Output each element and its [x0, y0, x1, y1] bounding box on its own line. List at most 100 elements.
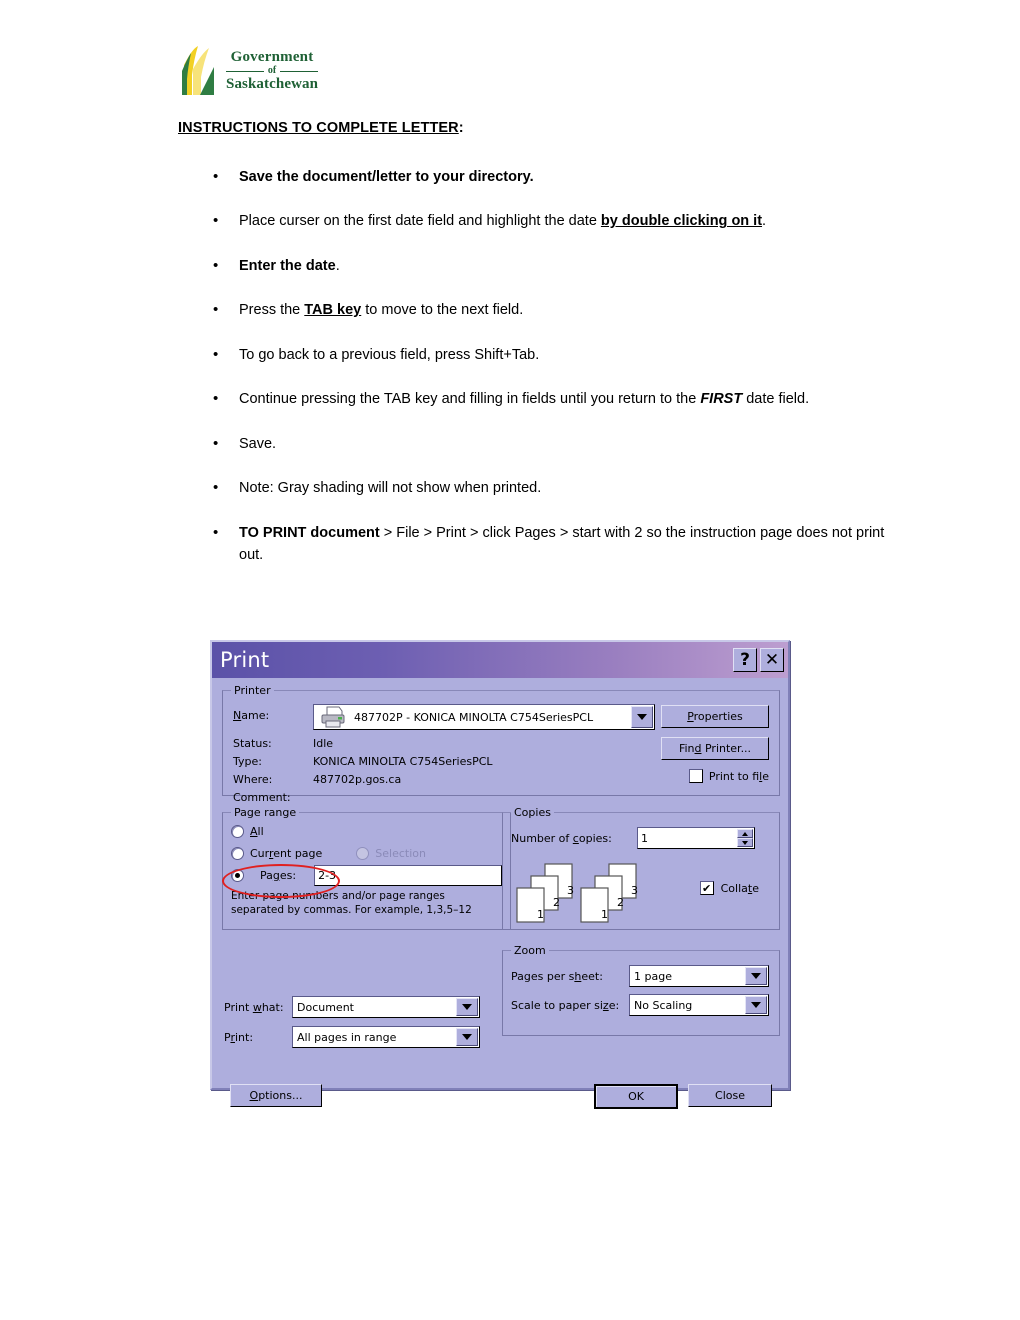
page-range-option-pages[interactable]: Pages: 2-3 [231, 864, 503, 886]
printer-fields: Name: 487702P - KONICA MINOLTA C754Serie… [231, 701, 771, 804]
printer-name-combo-box[interactable]: 487702P - KONICA MINOLTA C754SeriesPCL [313, 704, 655, 730]
list-item-text: Press the [239, 302, 305, 319]
radio-current-page-label: Current page [250, 846, 323, 860]
list-item-text: To go back to a previous field, press Sh… [239, 346, 540, 363]
page-range-legend: Page range [234, 806, 297, 819]
print-to-file-checkbox[interactable] [688, 769, 703, 783]
radio-pages-label: Pages: [260, 868, 297, 882]
list-item-text: FIRST [700, 391, 743, 408]
chevron-down-icon [751, 1002, 761, 1008]
svg-text:1: 1 [537, 908, 544, 921]
pages-input[interactable]: 2-3 [314, 864, 503, 886]
spinner-buttons[interactable] [737, 829, 753, 847]
zoom-legend: Zoom [514, 944, 546, 957]
logo-rule-right [280, 70, 319, 72]
copies-group: Copies Number of copies: 1 3 2 1 3 2 1 ✔… [502, 806, 780, 930]
list-item: TO PRINT document > File > Print > click… [205, 521, 885, 567]
list-item-text: TO PRINT document [239, 524, 380, 541]
radio-current-page[interactable] [231, 846, 244, 860]
printer-name-dropdown-arrow[interactable] [631, 706, 653, 728]
print-subset-combo[interactable]: All pages in range [292, 1026, 480, 1048]
collate-row[interactable]: ✔ Collate [699, 881, 759, 895]
page-range-hint-line2: separated by commas. For example, 1,3,5–… [231, 904, 472, 917]
list-item: Enter the date. [205, 254, 885, 278]
scale-to-paper-dropdown-arrow[interactable] [745, 996, 767, 1014]
chevron-down-icon [462, 1004, 472, 1010]
properties-button[interactable]: Properties [661, 705, 769, 728]
ok-button[interactable]: OK [594, 1084, 678, 1109]
scale-to-paper-combo[interactable]: No Scaling [629, 994, 769, 1016]
page-title-colon: : [458, 120, 464, 136]
list-item: To go back to a previous field, press Sh… [205, 343, 885, 367]
zoom-group: Zoom Pages per sheet: 1 page Scale to pa… [502, 944, 780, 1036]
close-button[interactable]: Close [688, 1084, 772, 1107]
page-range-hint-line1: Enter page numbers and/or page ranges [231, 890, 445, 902]
list-item-text: TAB key [304, 302, 362, 319]
print-what-combo[interactable]: Document [292, 996, 480, 1018]
printer-where-label: Where: [233, 773, 273, 786]
options-button[interactable]: Options... [230, 1084, 322, 1107]
spinner-down-button[interactable] [737, 838, 753, 847]
close-icon[interactable]: ✕ [760, 648, 784, 672]
list-item: Save. [205, 432, 885, 456]
logo-line-saskatchewan: Saskatchewan [226, 76, 319, 92]
print-subset-dropdown-arrow[interactable] [456, 1028, 478, 1046]
collate-illustration-icon: 3 2 1 3 2 1 [516, 863, 638, 923]
help-icon[interactable]: ? [733, 648, 757, 672]
list-item-text: Place curser on the first date field and… [239, 213, 601, 230]
radio-selection [356, 846, 370, 860]
page-range-option-current[interactable]: Current page Selection [231, 845, 502, 861]
radio-pages[interactable] [231, 868, 244, 882]
government-of-saskatchewan-logo: Government of Saskatchewan [178, 42, 319, 100]
chevron-up-icon [742, 831, 748, 836]
chevron-down-icon [751, 973, 761, 979]
pages-per-sheet-combo[interactable]: 1 page [629, 965, 769, 987]
list-item: Save the document/letter to your directo… [205, 165, 885, 189]
print-to-file-label: Print to file [708, 769, 769, 783]
page-range-option-all[interactable]: All [231, 823, 502, 839]
number-of-copies-spinner[interactable]: 1 [637, 827, 755, 849]
list-item-text: Save the document/letter to your directo… [239, 169, 534, 185]
dialog-body: Printer Name: 487702P - KONICA MINOLTA C… [212, 678, 788, 1109]
scale-to-paper-row: Scale to paper size: No Scaling [511, 994, 771, 1016]
collate-checkbox[interactable]: ✔ [699, 881, 714, 895]
logo-line-of: of [226, 66, 319, 76]
spinner-up-button[interactable] [737, 829, 753, 838]
printer-name-combo[interactable]: 487702P - KONICA MINOLTA C754SeriesPCL [313, 704, 655, 730]
scale-to-paper-value: No Scaling [634, 998, 693, 1012]
printer-status-value: Idle [313, 737, 334, 750]
number-of-copies-row: Number of copies: 1 [511, 827, 771, 849]
find-printer-button[interactable]: Find Printer... [661, 737, 769, 760]
dialog-title: Print [220, 648, 270, 672]
page-title: INSTRUCTIONS TO COMPLETE LETTER: [178, 120, 464, 136]
list-item: Continue pressing the TAB key and fillin… [205, 387, 885, 411]
page-title-text: INSTRUCTIONS TO COMPLETE LETTER [178, 120, 459, 136]
svg-text:1: 1 [601, 908, 608, 921]
list-item-text: Continue pressing the TAB key and fillin… [239, 391, 701, 408]
printer-status-label: Status: [233, 737, 272, 750]
page-range-hint: Enter page numbers and/or page ranges se… [231, 889, 502, 917]
radio-all[interactable] [231, 824, 244, 838]
printer-where-value: 487702p.gos.ca [313, 773, 402, 786]
printer-group-legend: Printer [234, 684, 271, 697]
pages-per-sheet-dropdown-arrow[interactable] [745, 967, 767, 985]
svg-text:3: 3 [567, 884, 574, 897]
dialog-footer: Options... OK Close [212, 1076, 788, 1122]
number-of-copies-label: Number of copies: [511, 831, 612, 845]
logo-line-government: Government [230, 49, 314, 65]
pages-per-sheet-value: 1 page [634, 969, 672, 983]
printer-group: Printer Name: 487702P - KONICA MINOLTA C… [222, 684, 780, 804]
radio-all-label: All [250, 824, 264, 838]
dialog-titlebar: Print ? ✕ [212, 642, 788, 678]
page-range-group: Page range All Current page Selection Pa… [222, 806, 512, 930]
radio-selection-label: Selection [375, 846, 426, 860]
pages-per-sheet-label: Pages per sheet: [511, 969, 603, 983]
list-item-text: . [335, 257, 340, 274]
list-item-text: date field. [742, 391, 810, 408]
print-to-file-row[interactable]: Print to file [688, 769, 769, 783]
copies-legend: Copies [514, 806, 551, 819]
list-item-text: Note: Gray shading will not show when pr… [239, 480, 542, 497]
printer-name-label: Name: [233, 709, 270, 722]
print-what-dropdown-arrow[interactable] [456, 998, 478, 1016]
chevron-down-icon [637, 714, 647, 720]
